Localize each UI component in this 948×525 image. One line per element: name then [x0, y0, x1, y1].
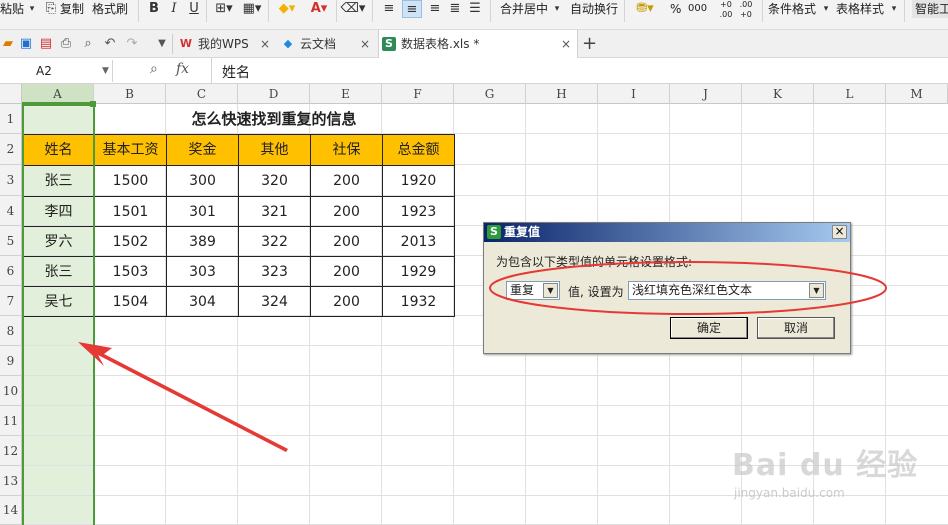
pointer-arrow: [78, 342, 288, 452]
watermark-url: jingyan.baidu.com: [734, 486, 845, 500]
highlight-ellipse: [489, 261, 887, 315]
watermark-brand: Bai du 经验: [732, 448, 919, 483]
